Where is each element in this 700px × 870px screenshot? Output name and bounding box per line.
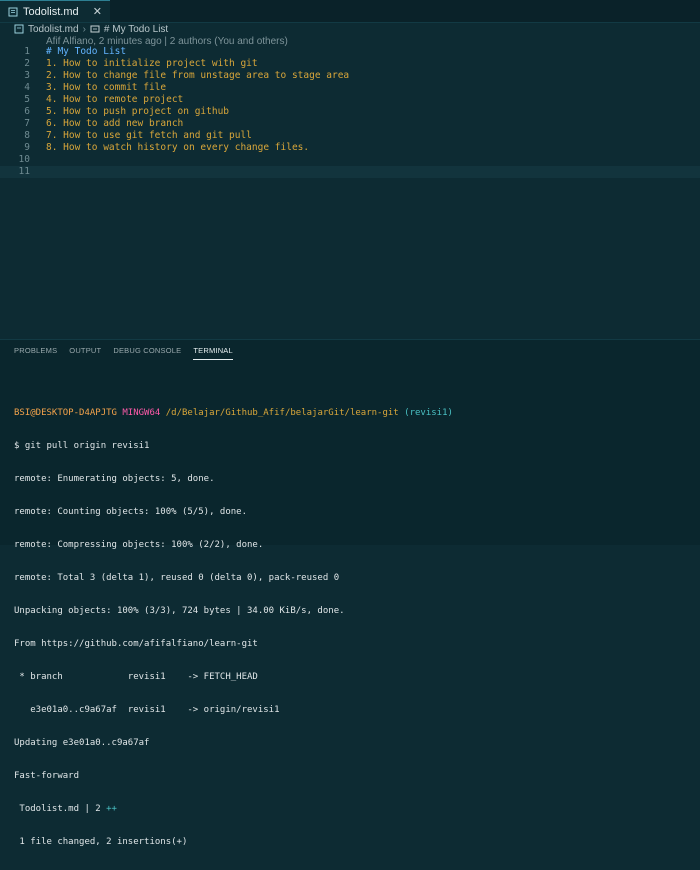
close-icon[interactable]: ✕ [93, 5, 102, 18]
tab-debug-console[interactable]: DEBUG CONSOLE [113, 346, 181, 360]
line-text: 3. How to commit file [46, 82, 167, 93]
editor-line[interactable]: 8 7. How to use git fetch and git pull [0, 130, 700, 142]
diffstat-file: Todolist.md | 2 [14, 804, 107, 814]
terminal-line: e3e01a0..c9a67af revisi1 -> origin/revis… [14, 705, 280, 715]
editor-line[interactable]: 7 6. How to add new branch [0, 118, 700, 130]
line-number: 3 [24, 70, 30, 81]
tab-label: Todolist.md [23, 5, 79, 18]
line-number: 10 [18, 154, 30, 165]
tab-terminal[interactable]: TERMINAL [193, 346, 233, 360]
terminal-line: Updating e3e01a0..c9a67af [14, 738, 150, 748]
breadcrumb: Todolist.md › # My Todo List [0, 22, 700, 36]
terminal-line: * branch revisi1 -> FETCH_HEAD [14, 672, 258, 682]
markdown-file-icon [8, 7, 18, 16]
editor-line[interactable]: 4 3. How to commit file [0, 82, 700, 94]
editor-line[interactable]: 5 4. How to remote project [0, 94, 700, 106]
terminal-command: $ git pull origin revisi1 [14, 441, 150, 451]
breadcrumb-separator: › [82, 23, 86, 35]
terminal-diffstat: Todolist.md | 2 ++ [14, 804, 453, 815]
editor-line[interactable]: 3 2. How to change file from unstage are… [0, 70, 700, 82]
breadcrumb-file[interactable]: Todolist.md [28, 24, 79, 35]
panel-tabs: PROBLEMS OUTPUT DEBUG CONSOLE TERMINAL [14, 346, 233, 360]
line-number: 6 [24, 106, 30, 117]
editor-line-current[interactable]: 11 [0, 166, 700, 178]
bottom-panel: PROBLEMS OUTPUT DEBUG CONSOLE TERMINAL B… [0, 339, 700, 847]
line-number: 4 [24, 82, 30, 93]
tab-problems[interactable]: PROBLEMS [14, 346, 57, 360]
editor-line[interactable]: 9 8. How to watch history on every chang… [0, 142, 700, 154]
editor-line[interactable]: 2 1. How to initialize project with git [0, 58, 700, 70]
line-text: # My Todo List [46, 46, 127, 57]
line-text: 4. How to remote project [46, 94, 184, 105]
prompt-branch: (revisi1) [404, 408, 453, 418]
prompt-path: /d/Belajar/Github_Afif/belajarGit/learn-… [165, 408, 399, 418]
terminal-line: remote: Compressing objects: 100% (2/2),… [14, 540, 264, 550]
terminal-line: remote: Enumerating objects: 5, done. [14, 474, 215, 484]
editor-area[interactable]: 1 # My Todo List 2 1. How to initialize … [0, 46, 700, 336]
terminal-line: remote: Counting objects: 100% (5/5), do… [14, 507, 247, 517]
symbol-icon [90, 25, 100, 33]
line-text: 6. How to add new branch [46, 118, 184, 129]
terminal-line: From https://github.com/afifalfiano/lear… [14, 639, 258, 649]
line-number: 1 [24, 46, 30, 57]
line-text: 1. How to initialize project with git [46, 58, 258, 69]
tab-todolist[interactable]: Todolist.md ✕ [0, 0, 110, 22]
breadcrumb-section[interactable]: # My Todo List [104, 24, 168, 35]
line-text: 2. How to change file from unstage area … [46, 70, 350, 81]
line-number: 8 [24, 130, 30, 141]
line-number: 7 [24, 118, 30, 129]
terminal-summary: 1 file changed, 2 insertions(+) [14, 837, 188, 847]
line-text: 5. How to push project on github [46, 106, 230, 117]
markdown-file-icon [14, 24, 24, 34]
terminal-line: Fast-forward [14, 771, 80, 781]
terminal-line: Unpacking objects: 100% (3/3), 724 bytes… [14, 606, 345, 616]
editor-line[interactable]: 6 5. How to push project on github [0, 106, 700, 118]
terminal-output[interactable]: BSI@DESKTOP-D4APJTG MINGW64 /d/Belajar/G… [14, 386, 453, 870]
tab-output[interactable]: OUTPUT [69, 346, 101, 360]
line-number: 9 [24, 142, 30, 153]
terminal-line: remote: Total 3 (delta 1), reused 0 (del… [14, 573, 340, 583]
editor-line[interactable]: 1 # My Todo List [0, 46, 700, 58]
editor-line[interactable]: 10 [0, 154, 700, 166]
prompt-user: BSI@DESKTOP-D4APJTG [14, 408, 117, 418]
line-number: 5 [24, 94, 30, 105]
line-number: 2 [24, 58, 30, 69]
line-number: 11 [18, 166, 30, 177]
diffstat-plus: ++ [106, 804, 117, 814]
terminal-prompt: BSI@DESKTOP-D4APJTG MINGW64 /d/Belajar/G… [14, 408, 453, 419]
editor-tab-bar: Todolist.md ✕ [0, 0, 700, 23]
line-text: 7. How to use git fetch and git pull [46, 130, 252, 141]
line-text: 8. How to watch history on every change … [46, 142, 310, 153]
prompt-shell: MINGW64 [122, 408, 161, 418]
